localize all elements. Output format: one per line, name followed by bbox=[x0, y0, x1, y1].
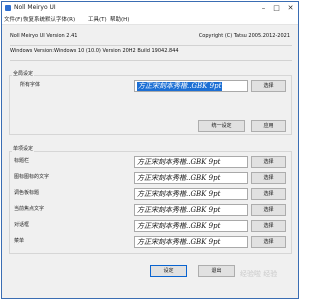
minimize-icon[interactable]: – bbox=[257, 2, 270, 14]
menu-bar: 文件(F) 恢复系统默认字体(R) 工具(T) 帮助(H) bbox=[2, 15, 298, 25]
app-icon bbox=[5, 5, 11, 11]
icon-text-font-field[interactable]: 方正宋刻本秀楷..GBK 9pt bbox=[134, 172, 248, 184]
select-dialog-font-button[interactable]: 选择 bbox=[251, 220, 286, 232]
palette-title-font-field[interactable]: 方正宋刻本秀楷..GBK 9pt bbox=[134, 188, 248, 200]
dialog-font-field[interactable]: 方正宋刻本秀楷..GBK 9pt bbox=[134, 220, 248, 232]
menu-restore-default-fonts[interactable]: 恢复系统默认字体(R) bbox=[23, 16, 75, 24]
select-menu-font-button[interactable]: 选择 bbox=[251, 236, 286, 248]
select-palette-title-font-button[interactable]: 选择 bbox=[251, 188, 286, 200]
row-label-icon-text: 图标图标的文字 bbox=[14, 174, 50, 180]
dialog-font-value: 方正宋刻本秀楷..GBK 9pt bbox=[137, 222, 221, 230]
app-window: Noll Meiryo UI – □ ✕ 文件(F) 恢复系统默认字体(R) 工… bbox=[1, 1, 299, 299]
row-label-dialog: 对话框 bbox=[14, 222, 30, 228]
menu-font-field[interactable]: 方正宋刻本秀楷..GBK 9pt bbox=[134, 236, 248, 248]
app-version: Noll Meiryo UI Version 2.41 bbox=[10, 33, 78, 39]
all-fonts-value: 方正宋刻本秀楷..GBK 9pt bbox=[137, 82, 223, 91]
palette-title-font-value: 方正宋刻本秀楷..GBK 9pt bbox=[137, 190, 221, 198]
row-label-title-bar: 标题栏 bbox=[14, 158, 30, 164]
icon-text-font-value: 方正宋刻本秀楷..GBK 9pt bbox=[137, 174, 221, 182]
copyright: Copyright (C) Tatsu 2005.2012-2021 bbox=[198, 33, 290, 39]
exit-button[interactable]: 退出 bbox=[198, 265, 235, 277]
divider bbox=[10, 45, 292, 46]
focus-text-font-value: 方正宋刻本秀楷..GBK 9pt bbox=[137, 206, 221, 214]
apply-button[interactable]: 应用 bbox=[251, 120, 286, 132]
menu-font-value: 方正宋刻本秀楷..GBK 9pt bbox=[137, 238, 221, 246]
row-label-palette-title: 调色板标题 bbox=[14, 190, 40, 196]
select-title-bar-font-button[interactable]: 选择 bbox=[251, 156, 286, 168]
window-title: Noll Meiryo UI bbox=[14, 4, 56, 11]
row-label-menu: 菜单 bbox=[14, 238, 25, 244]
unify-settings-button[interactable]: 统一设定 bbox=[198, 120, 245, 132]
focus-text-font-field[interactable]: 方正宋刻本秀楷..GBK 9pt bbox=[134, 204, 248, 216]
divider bbox=[10, 60, 292, 61]
title-bar-font-field[interactable]: 方正宋刻本秀楷..GBK 9pt bbox=[134, 156, 248, 168]
ok-button[interactable]: 设定 bbox=[150, 265, 187, 277]
select-all-fonts-button[interactable]: 选择 bbox=[251, 80, 286, 92]
select-focus-text-font-button[interactable]: 选择 bbox=[251, 204, 286, 216]
global-settings-label: 全局设定 bbox=[12, 71, 35, 78]
maximize-icon[interactable]: □ bbox=[270, 2, 283, 14]
all-fonts-label: 所有字体 bbox=[20, 82, 41, 88]
row-label-focus-text: 当前焦点文字 bbox=[14, 206, 45, 212]
os-version: Windows Version:Windows 10 (10.0) Versio… bbox=[10, 48, 179, 54]
watermark: 经验啦 经验 bbox=[240, 270, 278, 278]
menu-file[interactable]: 文件(F) bbox=[4, 16, 22, 24]
individual-settings-label: 单项设定 bbox=[12, 146, 35, 153]
menu-tools[interactable]: 工具(T) bbox=[88, 16, 107, 24]
select-icon-text-font-button[interactable]: 选择 bbox=[251, 172, 286, 184]
menu-help[interactable]: 帮助(H) bbox=[110, 16, 129, 24]
title-bar: Noll Meiryo UI – □ ✕ bbox=[2, 2, 298, 15]
title-bar-font-value: 方正宋刻本秀楷..GBK 9pt bbox=[137, 158, 221, 166]
close-icon[interactable]: ✕ bbox=[284, 2, 297, 14]
all-fonts-field[interactable]: 方正宋刻本秀楷..GBK 9pt bbox=[134, 80, 248, 92]
